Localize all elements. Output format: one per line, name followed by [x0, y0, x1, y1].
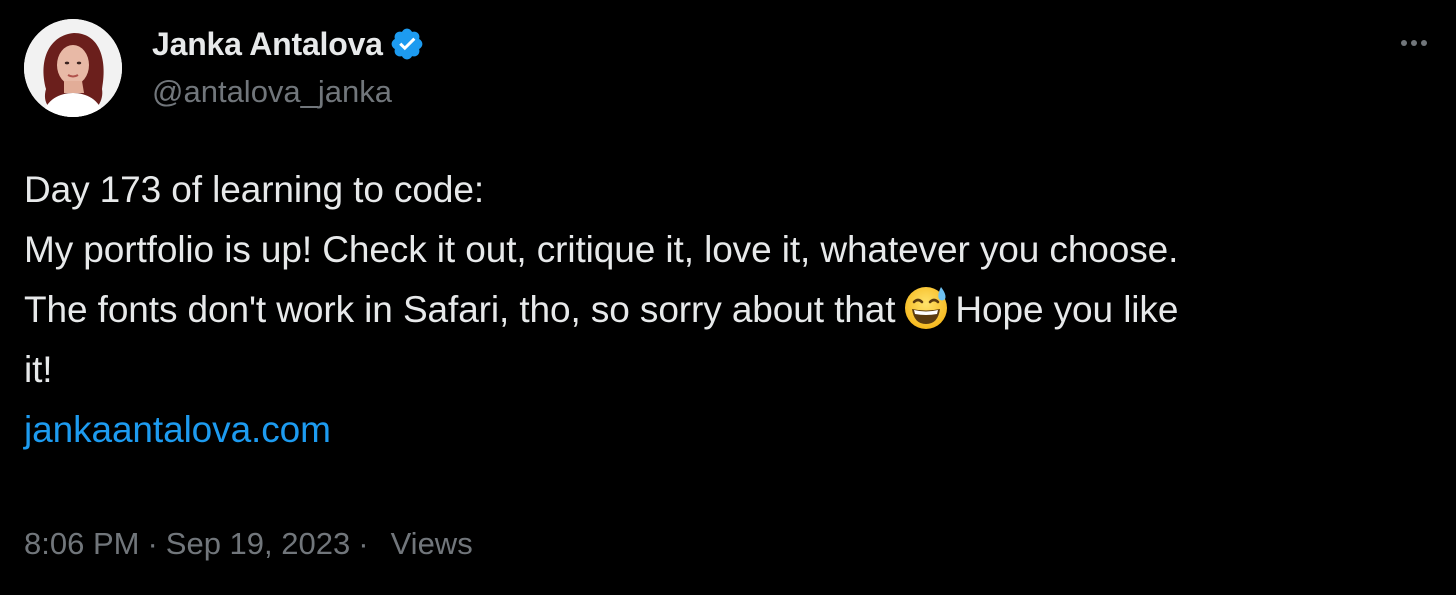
- author-name-row: Janka Antalova: [152, 24, 425, 64]
- tweet-line: My portfolio is up! Check it out, critiq…: [24, 229, 1179, 270]
- more-dot: [1411, 40, 1417, 46]
- tweet-line: it!: [24, 349, 53, 390]
- author-handle[interactable]: @antalova_janka: [152, 74, 392, 110]
- tweet-line: The fonts don't work in Safari, tho, so …: [24, 280, 1424, 340]
- tweet-card: Janka Antalova @antalova_janka Day 173 o…: [0, 0, 1456, 595]
- more-dot: [1421, 40, 1427, 46]
- tweet-line-part: Hope you like: [955, 289, 1179, 330]
- views-label: Views: [390, 526, 473, 561]
- grinning-face-with-sweat-icon: [901, 282, 951, 332]
- avatar[interactable]: [24, 19, 122, 117]
- tweet-time[interactable]: 8:06 PM: [24, 526, 139, 562]
- tweet-line-part: The fonts don't work in Safari, tho, so …: [24, 289, 896, 330]
- verified-badge-icon: [389, 26, 425, 62]
- avatar-photo: [24, 19, 122, 117]
- more-options-icon[interactable]: [1394, 26, 1434, 60]
- display-name[interactable]: Janka Antalova: [152, 26, 383, 63]
- portfolio-link[interactable]: jankaantalova.com: [24, 409, 331, 450]
- tweet-date[interactable]: Sep 19, 2023: [166, 526, 350, 562]
- tweet-line: Day 173 of learning to code:: [24, 169, 485, 210]
- more-dot: [1401, 40, 1407, 46]
- tweet-text: Day 173 of learning to code: My portfoli…: [24, 160, 1424, 460]
- meta-separator: ·: [147, 526, 158, 561]
- tweet-line: jankaantalova.com: [24, 400, 1424, 460]
- meta-separator: ·: [358, 526, 369, 561]
- tweet-meta: 8:06 PM · Sep 19, 2023 · Views: [24, 526, 473, 562]
